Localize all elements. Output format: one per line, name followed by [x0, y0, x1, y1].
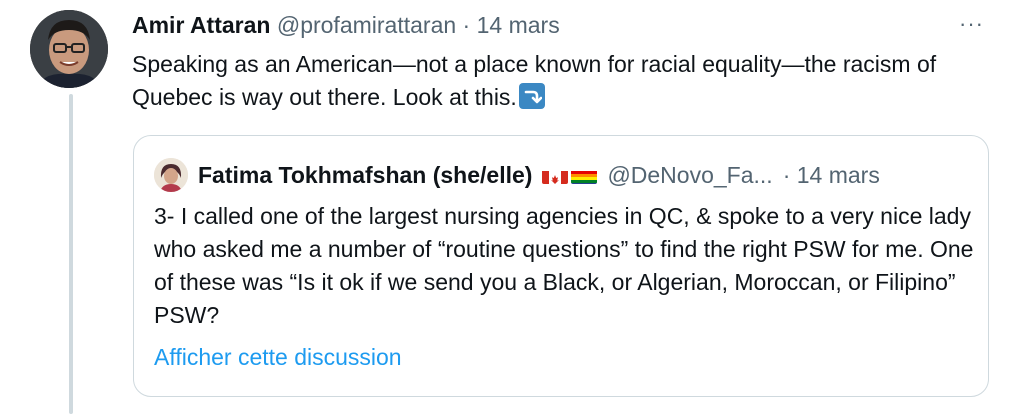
thread-connector-line [69, 94, 73, 414]
show-thread-link[interactable]: Afficher cette discussion [154, 342, 402, 372]
tweet-text: Speaking as an American—not a place know… [132, 48, 972, 114]
quoted-author-name[interactable]: Fatima Tokhmafshan (she/elle) [198, 160, 532, 190]
quoted-tweet-header: Fatima Tokhmafshan (she/elle) @DeNovo_Fa… [154, 158, 972, 192]
quoted-author-handle[interactable]: @DeNovo_Fa... [607, 160, 772, 190]
avatar[interactable] [30, 10, 108, 88]
quoted-tweet-card[interactable]: Fatima Tokhmafshan (she/elle) @DeNovo_Fa… [133, 135, 989, 397]
author-handle[interactable]: @profamirattaran [277, 12, 456, 38]
author-name[interactable]: Amir Attaran [132, 12, 270, 38]
flag-emojis [542, 166, 598, 184]
arrow-right-curving-down-icon [518, 83, 545, 109]
quoted-author-avatar[interactable] [154, 158, 188, 192]
tweet-date[interactable]: 14 mars [477, 12, 560, 38]
separator-dot: · [462, 12, 471, 38]
quoted-tweet-text: 3- I called one of the largest nursing a… [154, 203, 974, 328]
more-options-icon[interactable]: ··· [959, 13, 984, 35]
tweet-header: Amir Attaran @profamirattaran · 14 mars [132, 10, 994, 40]
author-photo [30, 10, 108, 88]
canada-flag-icon [542, 166, 569, 184]
quoted-tweet-date[interactable]: · 14 mars [783, 160, 880, 190]
rainbow-flag-icon [571, 166, 598, 184]
